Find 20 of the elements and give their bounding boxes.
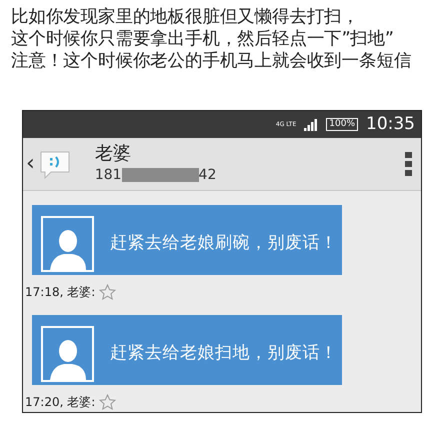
caption-line: 比如你发现家里的地板很脏但又懒得去打扫， [11, 6, 360, 28]
message-meta: 17:20, 老婆: [25, 394, 96, 411]
message-text: 赶紧去给老娘刷碗，别废话！ [110, 232, 338, 255]
star-icon[interactable] [99, 284, 116, 300]
caption-line: 这个时候你只需要拿出手机，然后轻点一下”扫地” [11, 28, 394, 50]
message-meta: 17:18, 老婆: [25, 284, 96, 301]
phone-number-end: 42 [198, 166, 216, 182]
messaging-app-icon[interactable] [38, 149, 71, 179]
avatar-icon [41, 326, 94, 382]
clock: 10:35 [366, 112, 415, 136]
avatar-icon [41, 216, 94, 272]
battery-indicator: 100% [326, 118, 358, 131]
back-button[interactable]: ‹ [26, 153, 35, 175]
star-icon[interactable] [99, 394, 116, 410]
message-text: 赶紧去给老娘扫地，别废话！ [110, 342, 338, 365]
caption-line: 注意！这个时候你老公的手机马上就会收到一条短信 [11, 50, 412, 72]
more-options-icon[interactable] [405, 152, 413, 176]
contact-name: 老婆 [94, 142, 132, 164]
phone-number-start: 181 [94, 166, 122, 182]
signal-icon [304, 118, 318, 130]
